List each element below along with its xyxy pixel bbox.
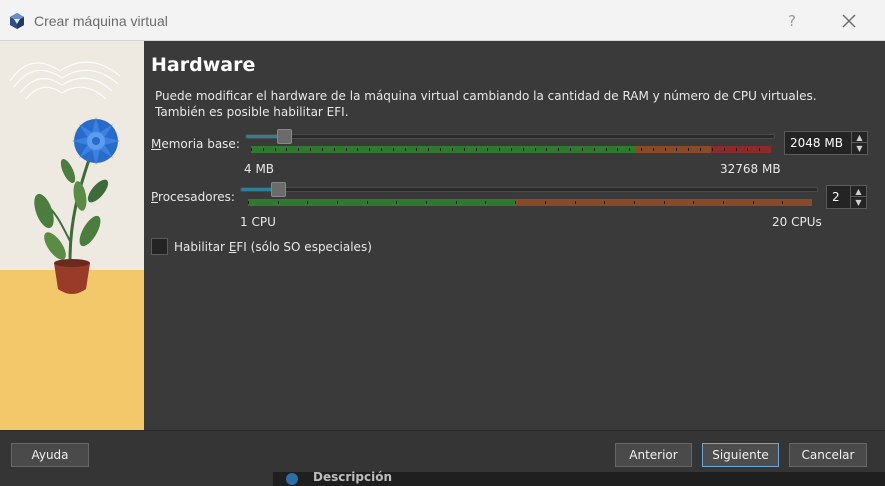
virtualbox-icon	[10, 13, 24, 29]
memory-min-label: 4 MB	[244, 162, 275, 176]
back-button[interactable]: Anterior	[615, 443, 692, 467]
efi-checkbox[interactable]	[151, 238, 168, 255]
processors-spin-arrows: ▲ ▼	[850, 186, 866, 208]
processors-label: Procesadores:	[151, 190, 235, 204]
memory-spin-arrows: ▲ ▼	[851, 132, 867, 154]
title-bar: Crear máquina virtual ?	[0, 0, 885, 41]
help-title-button[interactable]: ?	[779, 8, 805, 34]
processors-scale-ticks	[248, 201, 783, 204]
page-description: Puede modificar el hardware de la máquin…	[155, 88, 855, 120]
page-title: Hardware	[151, 54, 256, 76]
wizard-illustration	[0, 41, 144, 430]
next-button[interactable]: Siguiente	[702, 443, 779, 467]
background-window-strip: Descripción	[273, 470, 885, 486]
memory-value[interactable]: 2048 MB	[790, 136, 843, 150]
processors-spinbox[interactable]: 2 ▲ ▼	[826, 185, 867, 209]
close-icon[interactable]	[836, 8, 862, 34]
spin-down-icon[interactable]: ▼	[852, 143, 867, 154]
memory-slider[interactable]	[245, 134, 775, 139]
cancel-button[interactable]: Cancelar	[789, 443, 867, 467]
spin-up-icon[interactable]: ▲	[852, 132, 867, 143]
memory-scale	[251, 146, 771, 153]
processors-value[interactable]: 2	[832, 190, 840, 204]
background-description-tab: Descripción	[313, 470, 392, 484]
processors-scale	[248, 199, 812, 206]
memory-scale-ticks	[251, 148, 760, 151]
description-icon	[286, 473, 298, 485]
processors-max-label: 20 CPUs	[772, 215, 822, 229]
processors-slider-handle[interactable]	[271, 182, 286, 197]
window-title: Crear máquina virtual	[34, 13, 168, 29]
description-line-2: También es posible habilitar EFI.	[155, 105, 349, 119]
efi-label[interactable]: Habilitar EFI (sólo SO especiales)	[174, 240, 372, 254]
create-vm-dialog: Crear máquina virtual ? Hardware Puede m…	[0, 0, 885, 486]
processors-slider[interactable]	[240, 187, 818, 192]
processors-slider-fill	[241, 188, 273, 191]
wizard-page: Hardware Puede modificar el hardware de …	[144, 41, 885, 430]
spin-up-icon[interactable]: ▲	[851, 186, 866, 197]
description-line-1: Puede modificar el hardware de la máquin…	[155, 89, 817, 103]
memory-spinbox[interactable]: 2048 MB ▲ ▼	[784, 131, 868, 155]
memory-label: Memoria base:	[151, 137, 240, 151]
processors-min-label: 1 CPU	[240, 215, 276, 229]
memory-slider-handle[interactable]	[277, 129, 292, 144]
spin-down-icon[interactable]: ▼	[851, 197, 866, 208]
flower-illustration	[0, 41, 144, 430]
memory-max-label: 32768 MB	[720, 162, 781, 176]
help-button[interactable]: Ayuda	[11, 443, 89, 467]
